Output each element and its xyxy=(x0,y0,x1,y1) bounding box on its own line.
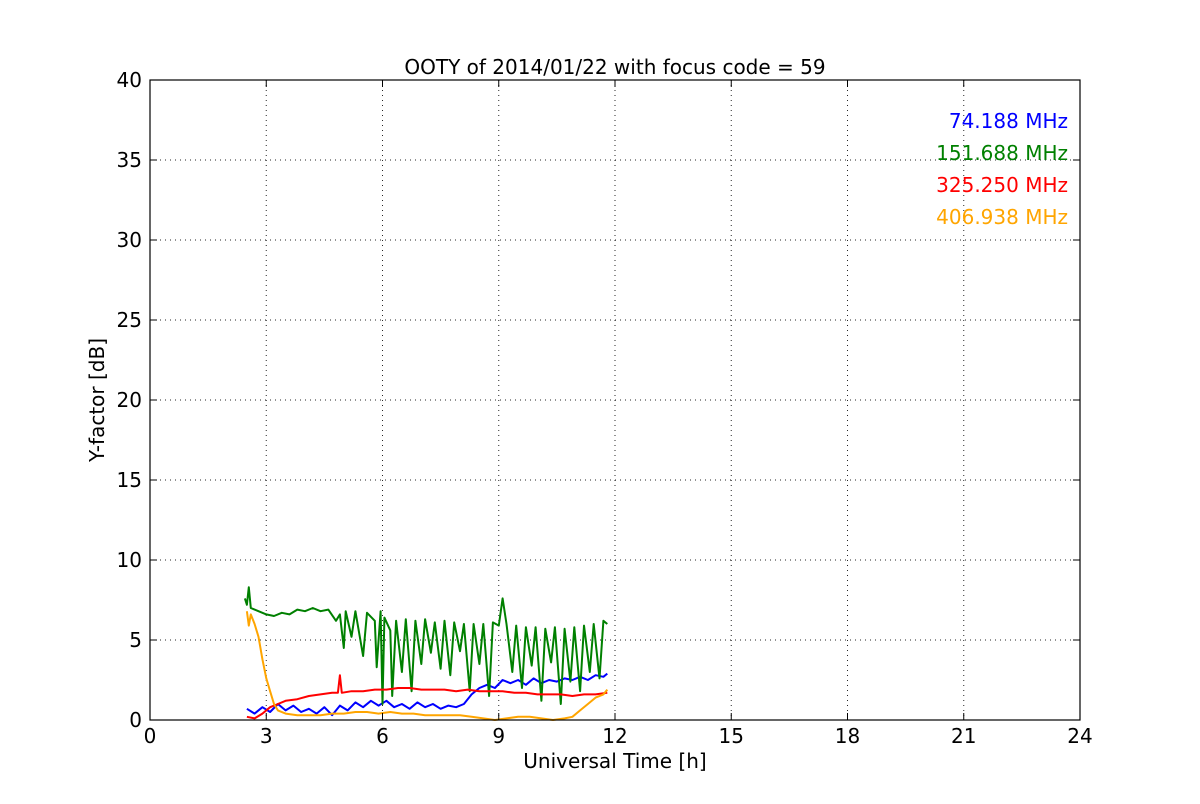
x-tick-label: 15 xyxy=(719,724,744,748)
x-tick-label: 21 xyxy=(951,724,976,748)
chart: 0 3 6 9 12 15 18 21 24 0 5 10 15 20 25 30 35 40 74.188 MH… xyxy=(0,0,1200,800)
legend-entry-3: 325.250 MHz xyxy=(936,173,1068,197)
x-tick-label: 6 xyxy=(376,724,389,748)
y-tick-label: 5 xyxy=(129,628,142,652)
y-axis-label: Y-factor [dB] xyxy=(85,338,109,463)
y-tick-label: 10 xyxy=(117,548,142,572)
x-tick-label: 9 xyxy=(492,724,505,748)
y-tick-label: 25 xyxy=(117,308,142,332)
x-tick-label: 12 xyxy=(602,724,627,748)
y-tick-label: 40 xyxy=(117,68,142,92)
y-tick-label: 35 xyxy=(117,148,142,172)
legend-entry-4: 406.938 MHz xyxy=(936,205,1068,229)
y-tick-label: 0 xyxy=(129,708,142,732)
x-tick-label: 18 xyxy=(835,724,860,748)
x-tick-label: 0 xyxy=(144,724,157,748)
legend-entry-1: 74.188 MHz xyxy=(949,109,1068,133)
line-chart-svg: 0 3 6 9 12 15 18 21 24 0 5 10 15 20 25 30 35 40 74.188 MH… xyxy=(0,0,1200,800)
x-tick-label: 3 xyxy=(260,724,273,748)
chart-title: OOTY of 2014/01/22 with focus code = 59 xyxy=(404,55,825,79)
x-axis-label: Universal Time [h] xyxy=(523,749,706,773)
y-tick-label: 15 xyxy=(117,468,142,492)
x-tick-label: 24 xyxy=(1067,724,1092,748)
y-tick-label: 30 xyxy=(117,228,142,252)
legend-entry-2: 151.688 MHz xyxy=(936,141,1068,165)
y-tick-label: 20 xyxy=(117,388,142,412)
